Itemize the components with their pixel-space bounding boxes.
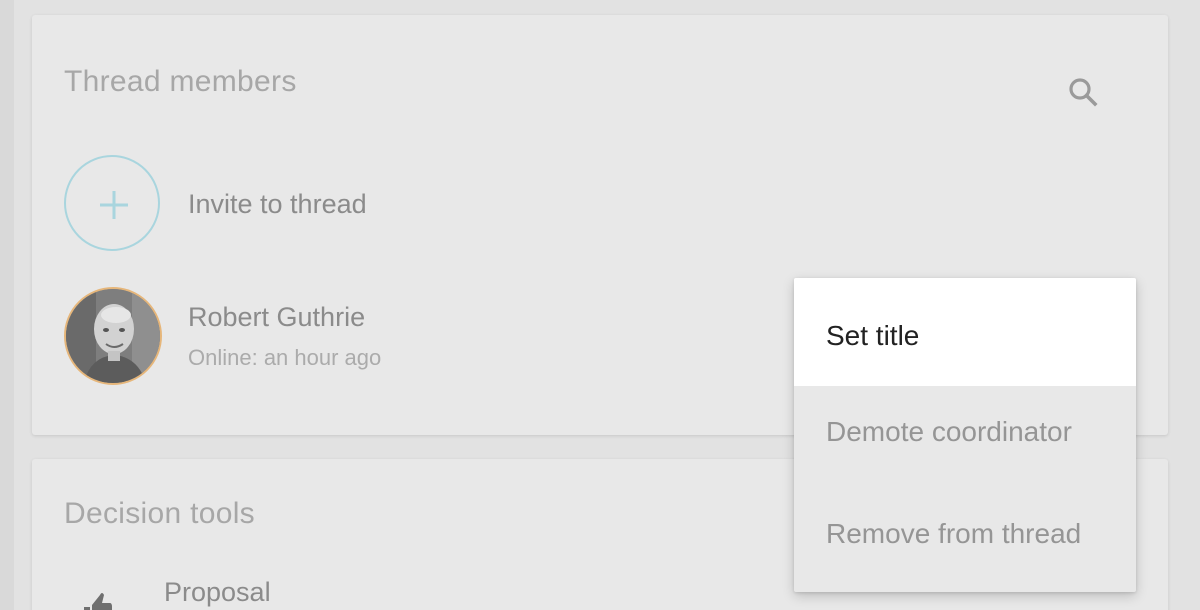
tool-item-proposal[interactable]: Proposal xyxy=(64,569,664,610)
plus-icon xyxy=(100,191,128,219)
member-context-menu: Set title Demote coordinator Remove from… xyxy=(794,278,1136,592)
member-name: Robert Guthrie xyxy=(188,302,366,332)
search-button[interactable] xyxy=(1062,71,1106,115)
thumbs-up-icon xyxy=(84,593,112,610)
avatar[interactable] xyxy=(64,287,162,385)
menu-item-set-title[interactable]: Set title xyxy=(794,278,1136,386)
invite-row[interactable]: Invite to thread xyxy=(64,155,864,255)
tool-label[interactable]: Proposal xyxy=(164,577,271,608)
menu-item-remove-from-thread[interactable]: Remove from thread xyxy=(794,482,1136,586)
invite-button[interactable] xyxy=(64,155,160,251)
page-edge xyxy=(0,0,14,610)
menu-item-demote-coordinator[interactable]: Demote coordinator xyxy=(794,382,1136,486)
page: Thread members Invite to thread Robert G… xyxy=(0,0,1200,610)
avatar-photo xyxy=(66,289,160,383)
invite-label[interactable]: Invite to thread xyxy=(188,189,367,220)
member-row[interactable]: Robert Guthrie Online: an hour ago xyxy=(64,287,864,387)
search-icon xyxy=(1069,78,1098,107)
thread-members-title: Thread members xyxy=(64,65,297,98)
decision-tools-title: Decision tools xyxy=(64,497,255,530)
member-status: Online: an hour ago xyxy=(188,345,382,370)
